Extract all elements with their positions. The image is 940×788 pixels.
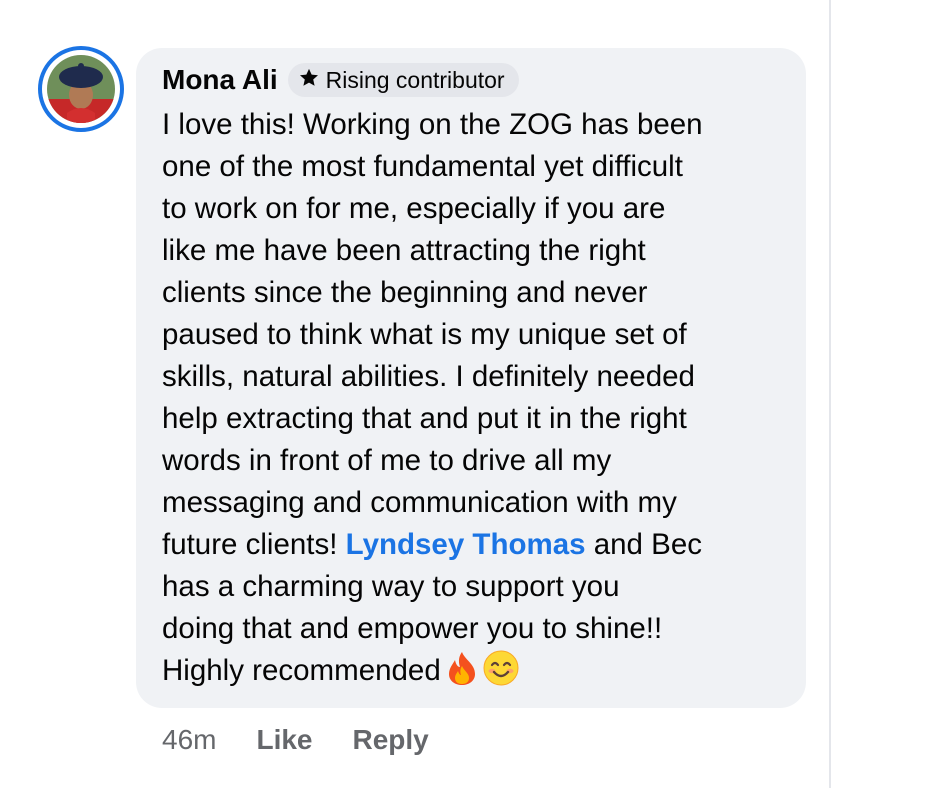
reply-button[interactable]: Reply [353, 724, 429, 756]
badge-label: Rising contributor [325, 66, 505, 93]
comment-actions: 46m Like Reply [162, 718, 429, 762]
fire-emoji [445, 650, 479, 698]
like-button[interactable]: Like [256, 724, 312, 756]
comment-text-part-1: I love this! Working on the ZOG has been… [162, 108, 703, 561]
comment-bubble: Mona Ali Rising contributor I love this!… [136, 48, 806, 708]
author-name[interactable]: Mona Ali [162, 64, 278, 96]
timestamp[interactable]: 46m [162, 724, 216, 756]
comment-header: Mona Ali Rising contributor [162, 62, 782, 98]
mention-link[interactable]: Lyndsey Thomas [346, 528, 586, 561]
avatar[interactable] [38, 46, 124, 132]
profile-picture [47, 55, 115, 123]
smiling-face-emoji [483, 650, 519, 698]
star-icon [298, 67, 320, 94]
right-divider [829, 0, 831, 788]
contributor-badge[interactable]: Rising contributor [287, 63, 519, 97]
comment-text: I love this! Working on the ZOG has been… [162, 104, 802, 698]
